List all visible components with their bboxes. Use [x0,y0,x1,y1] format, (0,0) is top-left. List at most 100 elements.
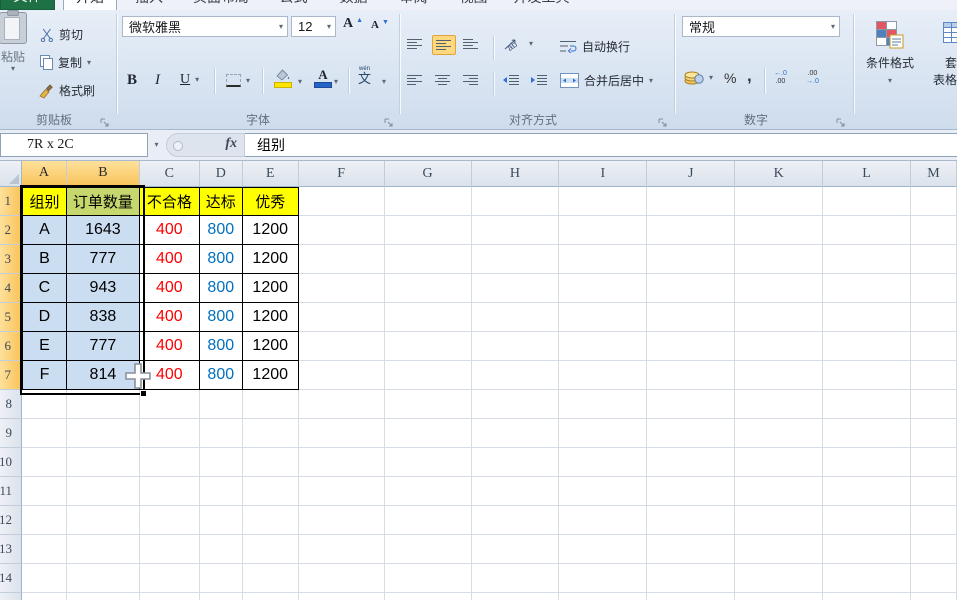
cell-E10[interactable] [243,448,299,477]
row-header-4[interactable]: 4 [0,274,22,303]
cell-G11[interactable] [385,477,472,506]
tab-page-layout[interactable]: 页面布局 [182,0,260,10]
cell-D15[interactable] [200,593,243,600]
cell-D9[interactable] [200,419,243,448]
align-bottom-button[interactable] [463,38,479,50]
insert-function-button[interactable]: fx [225,136,237,152]
cell-E12[interactable] [243,506,299,535]
cell-B10[interactable] [67,448,140,477]
cell-F14[interactable] [299,564,385,593]
increase-indent-button[interactable] [530,74,548,86]
cell-D1[interactable]: 达标 [200,187,243,216]
tab-file[interactable]: 文件 [0,0,55,10]
cell-H5[interactable] [472,303,560,332]
cell-K11[interactable] [735,477,823,506]
align-right-button[interactable] [463,74,479,86]
cell-G4[interactable] [385,274,472,303]
cell-H13[interactable] [472,535,560,564]
cell-C15[interactable] [140,593,200,600]
cell-G9[interactable] [385,419,472,448]
cell-B1[interactable]: 订单数量 [67,187,140,216]
cell-M1[interactable] [911,187,957,216]
cell-I2[interactable] [559,216,647,245]
shrink-font-button[interactable]: A ▼ [371,19,389,31]
cell-K9[interactable] [735,419,823,448]
underline-button[interactable]: U ▾ [180,72,199,88]
phonetic-dropdown-arrow-icon[interactable]: ▾ [382,78,386,86]
row-header-7[interactable]: 7 [0,361,22,390]
cell-K12[interactable] [735,506,823,535]
number-format-dropdown-arrow-icon[interactable]: ▾ [831,23,835,31]
cell-E1[interactable]: 优秀 [243,187,299,216]
cell-F11[interactable] [299,477,385,506]
cell-A9[interactable] [22,419,67,448]
cell-I15[interactable] [559,593,647,600]
cell-I9[interactable] [559,419,647,448]
cell-I1[interactable] [559,187,647,216]
cell-M8[interactable] [911,390,957,419]
cell-D5[interactable]: 800 [200,303,243,332]
percent-style-button[interactable]: % [724,70,736,86]
align-top-button[interactable] [407,38,423,50]
align-middle-button[interactable] [432,35,456,55]
decrease-decimal-button[interactable]: .00 →.0 [806,70,819,86]
column-header-B[interactable]: B [67,161,140,187]
cell-C6[interactable]: 400 [140,332,200,361]
format-as-table-button[interactable]: 套用 表格格式 [924,20,957,88]
cell-G6[interactable] [385,332,472,361]
cell-I3[interactable] [559,245,647,274]
cell-B12[interactable] [67,506,140,535]
cell-K15[interactable] [735,593,823,600]
cell-A14[interactable] [22,564,67,593]
cell-F3[interactable] [299,245,385,274]
cell-C2[interactable]: 400 [140,216,200,245]
underline-dropdown-arrow-icon[interactable]: ▾ [195,76,199,84]
merge-center-dropdown-arrow-icon[interactable]: ▾ [649,77,653,85]
increase-decimal-button[interactable]: ←.0 .00 [774,70,787,86]
row-header-15[interactable] [0,593,22,600]
cell-M6[interactable] [911,332,957,361]
cell-L12[interactable] [823,506,911,535]
formula-input[interactable]: 组别 [245,133,957,157]
cell-I11[interactable] [559,477,647,506]
cell-G1[interactable] [385,187,472,216]
cell-M10[interactable] [911,448,957,477]
cell-M5[interactable] [911,303,957,332]
cell-B2[interactable]: 1643 [67,216,140,245]
cell-A3[interactable]: B [22,245,67,274]
row-header-2[interactable]: 2 [0,216,22,245]
cell-A6[interactable]: E [22,332,67,361]
cell-A15[interactable] [22,593,67,600]
cell-E13[interactable] [243,535,299,564]
row-header-6[interactable]: 6 [0,332,22,361]
accounting-format-button[interactable]: ▾ [684,70,713,85]
cell-C8[interactable] [140,390,200,419]
cell-D12[interactable] [200,506,243,535]
cell-G5[interactable] [385,303,472,332]
cell-A2[interactable]: A [22,216,67,245]
cell-M14[interactable] [911,564,957,593]
cell-G2[interactable] [385,216,472,245]
cell-B3[interactable]: 777 [67,245,140,274]
cell-G3[interactable] [385,245,472,274]
column-header-I[interactable]: I [559,161,647,187]
cell-C13[interactable] [140,535,200,564]
accounting-dropdown-arrow-icon[interactable]: ▾ [709,74,713,82]
borders-dropdown-arrow-icon[interactable]: ▾ [246,77,250,85]
cell-M2[interactable] [911,216,957,245]
cell-G10[interactable] [385,448,472,477]
cell-E7[interactable]: 1200 [243,361,299,390]
cell-E9[interactable] [243,419,299,448]
cell-J4[interactable] [647,274,735,303]
cell-J6[interactable] [647,332,735,361]
cell-H8[interactable] [472,390,560,419]
cell-F12[interactable] [299,506,385,535]
cell-F1[interactable] [299,187,385,216]
cell-J5[interactable] [647,303,735,332]
cell-B14[interactable] [67,564,140,593]
cell-J13[interactable] [647,535,735,564]
cell-J9[interactable] [647,419,735,448]
cell-D4[interactable]: 800 [200,274,243,303]
cell-C4[interactable]: 400 [140,274,200,303]
cell-J15[interactable] [647,593,735,600]
